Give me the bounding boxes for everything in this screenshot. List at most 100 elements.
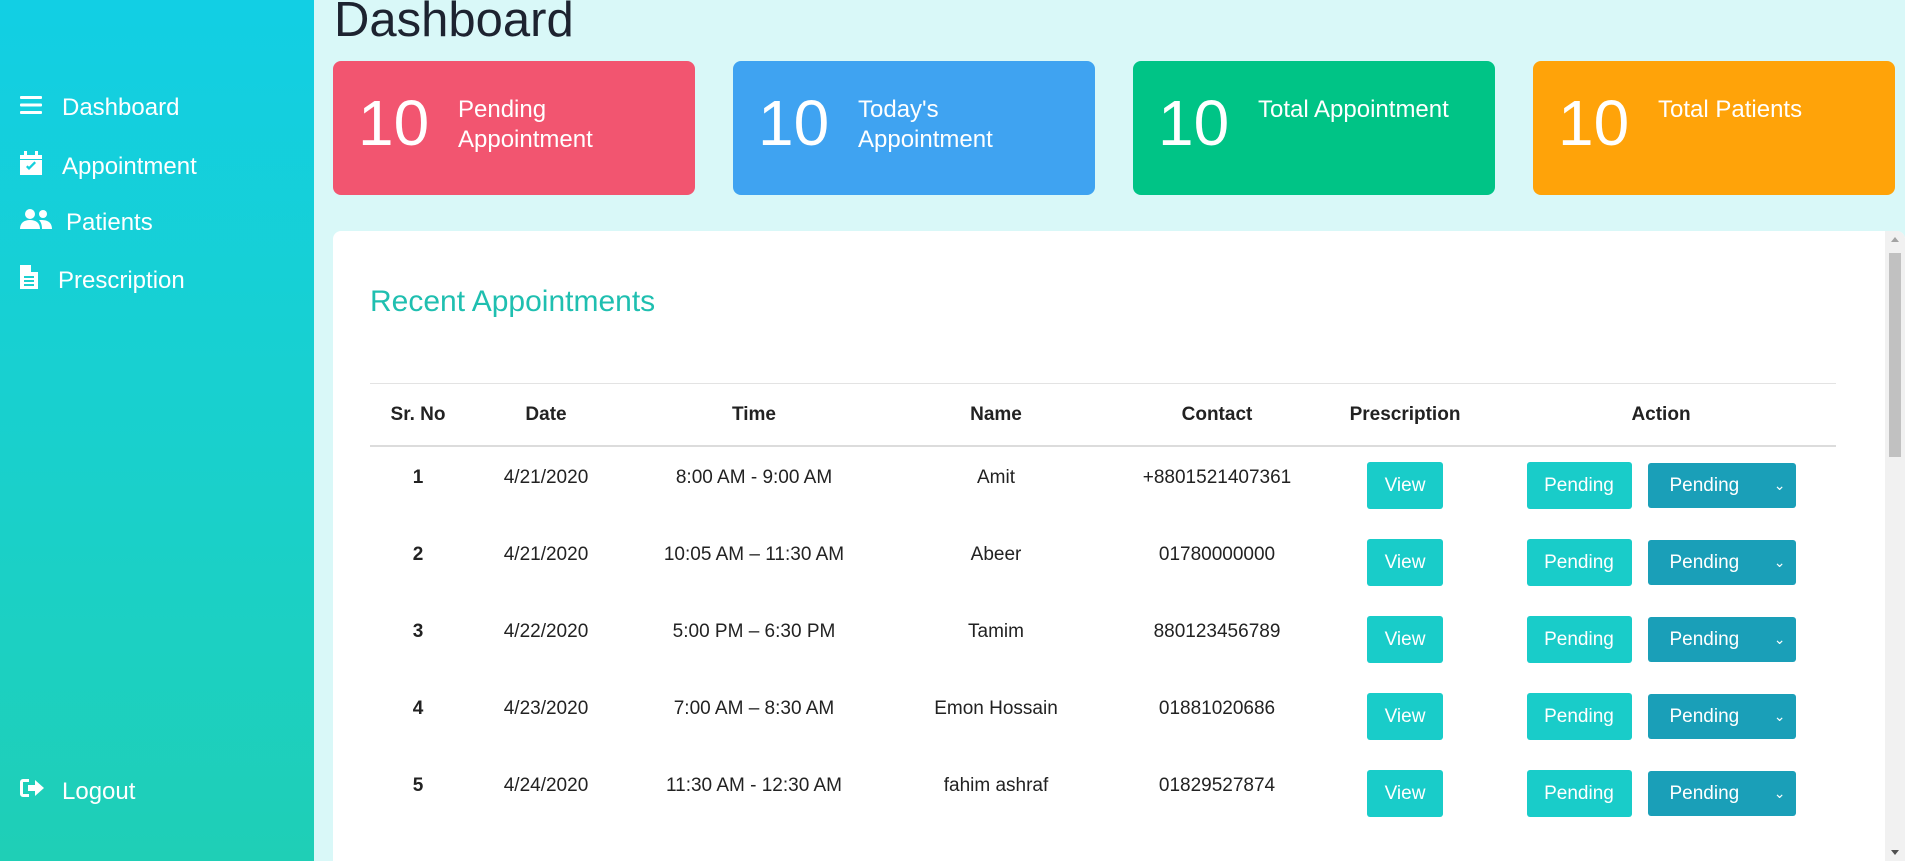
appointments-table: Sr. No Date Time Name Contact Prescripti… <box>370 383 1836 832</box>
table-row: 3 4/22/2020 5:00 PM – 6:30 PM Tamim 8801… <box>370 601 1836 678</box>
table-row: 5 4/24/2020 11:30 AM - 12:30 AM fahim as… <box>370 755 1836 832</box>
time: 5:00 PM – 6:30 PM <box>672 620 836 642</box>
column-header: Time <box>626 383 882 447</box>
column-header: Prescription <box>1324 383 1486 447</box>
table-row: 4 4/23/2020 7:00 AM – 8:30 AM Emon Hossa… <box>370 678 1836 755</box>
status-pending-button[interactable]: Pending <box>1526 770 1632 817</box>
column-header: Contact <box>1110 383 1324 447</box>
sr-no: 1 <box>412 466 424 488</box>
stat-value: 10 <box>358 87 430 159</box>
status-pending-button[interactable]: Pending <box>1526 616 1632 663</box>
status-select-value: Pending <box>1669 475 1740 496</box>
users-icon <box>20 208 52 237</box>
date: 4/24/2020 <box>503 774 589 796</box>
status-select[interactable]: Pending ⌄ <box>1647 771 1796 816</box>
status-select-value: Pending <box>1669 552 1740 573</box>
sidebar: Dashboard Appointment Patients Prescript… <box>0 0 314 861</box>
status-select[interactable]: Pending ⌄ <box>1647 463 1796 508</box>
stat-label: Total Patients <box>1658 96 1803 123</box>
column-header: Action <box>1486 383 1836 447</box>
stat-value: 10 <box>758 87 830 159</box>
status-select[interactable]: Pending ⌄ <box>1647 540 1796 585</box>
status-pending-button[interactable]: Pending <box>1526 462 1632 509</box>
table-row: 2 4/21/2020 10:05 AM – 11:30 AM Abeer 01… <box>370 524 1836 601</box>
file-icon <box>20 265 38 296</box>
scrollbar-thumb[interactable] <box>1889 253 1901 457</box>
status-select-value: Pending <box>1669 706 1740 727</box>
patient-name: Abeer <box>970 543 1022 565</box>
contact: +8801521407361 <box>1142 466 1292 488</box>
chevron-down-icon: ⌄ <box>1773 708 1786 724</box>
chevron-down-icon: ⌄ <box>1773 785 1786 801</box>
stat-label: Pending Appointment <box>458 96 593 153</box>
stat-value: 10 <box>1158 87 1230 159</box>
date: 4/21/2020 <box>503 543 589 565</box>
time: 10:05 AM – 11:30 AM <box>663 543 845 565</box>
time: 7:00 AM – 8:30 AM <box>673 697 835 719</box>
patient-name: Emon Hossain <box>934 697 1058 719</box>
main-content: Dashboard 10 Pending Appointment 10 Toda… <box>314 0 1905 861</box>
column-header: Date <box>466 383 626 447</box>
patient-name: Amit <box>977 466 1015 488</box>
logout-label: Logout <box>62 777 136 805</box>
view-prescription-button[interactable]: View <box>1367 616 1443 663</box>
chevron-down-icon: ⌄ <box>1773 631 1786 647</box>
sign-out-icon <box>20 777 46 806</box>
sr-no: 5 <box>412 774 424 796</box>
logout-button[interactable]: Logout <box>20 777 135 806</box>
contact: 01881020686 <box>1158 697 1276 719</box>
sidebar-item-label: Patients <box>66 208 153 236</box>
table-header-row: Sr. No Date Time Name Contact Prescripti… <box>370 383 1836 447</box>
contact: 01780000000 <box>1158 543 1276 565</box>
view-prescription-button[interactable]: View <box>1367 462 1443 509</box>
sr-no: 4 <box>412 697 424 719</box>
status-pending-button[interactable]: Pending <box>1526 539 1632 586</box>
sidebar-item-prescription[interactable]: Prescription <box>20 265 185 296</box>
chevron-down-icon: ⌄ <box>1773 554 1786 570</box>
date: 4/22/2020 <box>503 620 589 642</box>
sidebar-item-label: Appointment <box>62 152 197 180</box>
chevron-down-icon: ⌄ <box>1773 477 1786 493</box>
stat-label: Total Appointment <box>1258 96 1449 123</box>
sidebar-item-label: Prescription <box>58 266 185 294</box>
stat-card-total-appointment: 10 Total Appointment <box>1133 61 1495 195</box>
patient-name: Tamim <box>968 620 1024 642</box>
recent-appointments-panel: Recent Appointments Sr. No Date Time Nam… <box>333 231 1905 861</box>
status-select-value: Pending <box>1669 629 1740 650</box>
scroll-down-arrow-icon[interactable] <box>1891 850 1899 855</box>
stat-value: 10 <box>1558 87 1630 159</box>
panel-scrollbar[interactable] <box>1885 231 1905 861</box>
view-prescription-button[interactable]: View <box>1367 693 1443 740</box>
scroll-up-arrow-icon[interactable] <box>1891 237 1899 242</box>
panel-title: Recent Appointments <box>370 285 656 318</box>
time: 8:00 AM - 9:00 AM <box>675 466 833 488</box>
stat-card-pending: 10 Pending Appointment <box>333 61 695 195</box>
calendar-check-icon <box>20 151 42 182</box>
page-title: Dashboard <box>334 0 574 47</box>
date: 4/23/2020 <box>503 697 589 719</box>
contact: 01829527874 <box>1158 774 1276 796</box>
sr-no: 2 <box>412 543 424 565</box>
time: 11:30 AM - 12:30 AM <box>665 774 843 796</box>
stat-card-total-patients: 10 Total Patients <box>1533 61 1895 195</box>
sr-no: 3 <box>412 620 424 642</box>
status-select[interactable]: Pending ⌄ <box>1647 694 1796 739</box>
view-prescription-button[interactable]: View <box>1367 539 1443 586</box>
date: 4/21/2020 <box>503 466 589 488</box>
status-select[interactable]: Pending ⌄ <box>1647 617 1796 662</box>
stat-label: Today's Appointment <box>858 96 993 153</box>
contact: 880123456789 <box>1153 620 1281 642</box>
status-select-value: Pending <box>1669 783 1740 804</box>
sidebar-item-dashboard[interactable]: Dashboard <box>20 94 179 122</box>
sidebar-item-appointment[interactable]: Appointment <box>20 151 197 182</box>
bars-icon <box>20 94 42 122</box>
view-prescription-button[interactable]: View <box>1367 770 1443 817</box>
sidebar-item-patients[interactable]: Patients <box>20 208 153 237</box>
status-pending-button[interactable]: Pending <box>1526 693 1632 740</box>
stat-card-today: 10 Today's Appointment <box>733 61 1095 195</box>
column-header: Sr. No <box>370 383 466 447</box>
patient-name: fahim ashraf <box>943 774 1049 796</box>
table-row: 1 4/21/2020 8:00 AM - 9:00 AM Amit +8801… <box>370 446 1836 524</box>
sidebar-item-label: Dashboard <box>62 94 180 121</box>
column-header: Name <box>882 383 1110 447</box>
